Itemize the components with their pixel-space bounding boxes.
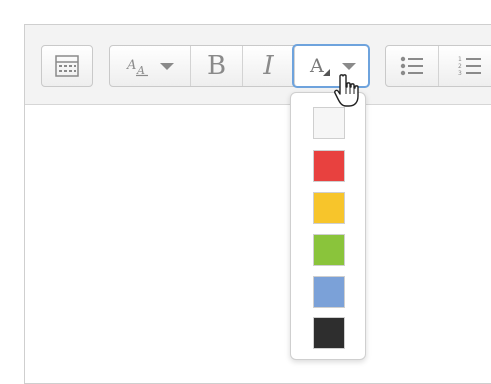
bold-button[interactable]: B xyxy=(190,46,242,86)
toolbar-group-3: 123 xyxy=(385,45,491,87)
font-size-button[interactable]: A A xyxy=(110,46,190,86)
svg-text:A: A xyxy=(126,58,136,73)
bold-icon: B xyxy=(206,51,227,81)
color-swatch-white[interactable] xyxy=(313,107,345,139)
bullet-list-button[interactable] xyxy=(386,46,438,86)
text-editor: A A B I A 1 2 3 xyxy=(24,24,491,384)
bullet-list-icon xyxy=(400,56,423,76)
chevron-down-icon xyxy=(341,62,356,70)
chevron-down-icon xyxy=(160,62,174,70)
color-swatch-green[interactable] xyxy=(313,234,345,266)
italic-icon: I xyxy=(263,51,274,81)
toolbar-toggle-icon xyxy=(55,55,79,77)
color-swatch-black[interactable] xyxy=(313,317,345,349)
svg-text:3: 3 xyxy=(458,70,462,77)
svg-text:A: A xyxy=(309,55,324,77)
font-color-menu xyxy=(290,92,366,360)
font-size-icon: A A xyxy=(126,58,148,77)
color-swatch-red[interactable] xyxy=(313,150,345,182)
italic-button[interactable]: I xyxy=(242,46,294,86)
numbered-list-icon: 123 xyxy=(458,56,481,77)
hand-pointer-cursor-icon xyxy=(334,74,359,107)
numbered-list-button[interactable]: 123 xyxy=(438,46,491,86)
toolbar-group-2: A A B I A xyxy=(109,45,369,87)
color-swatch-blue[interactable] xyxy=(313,276,345,308)
svg-text:2: 2 xyxy=(458,63,462,70)
font-color-icon: A xyxy=(309,55,330,77)
editor-toolbar: A A B I A 1 2 3 xyxy=(25,25,491,105)
toggle-toolbar-button[interactable] xyxy=(42,46,92,86)
svg-text:1: 1 xyxy=(458,56,462,63)
toolbar-group-1 xyxy=(41,45,93,87)
editor-content-area[interactable] xyxy=(25,105,491,383)
color-swatch-yellow[interactable] xyxy=(313,192,345,224)
